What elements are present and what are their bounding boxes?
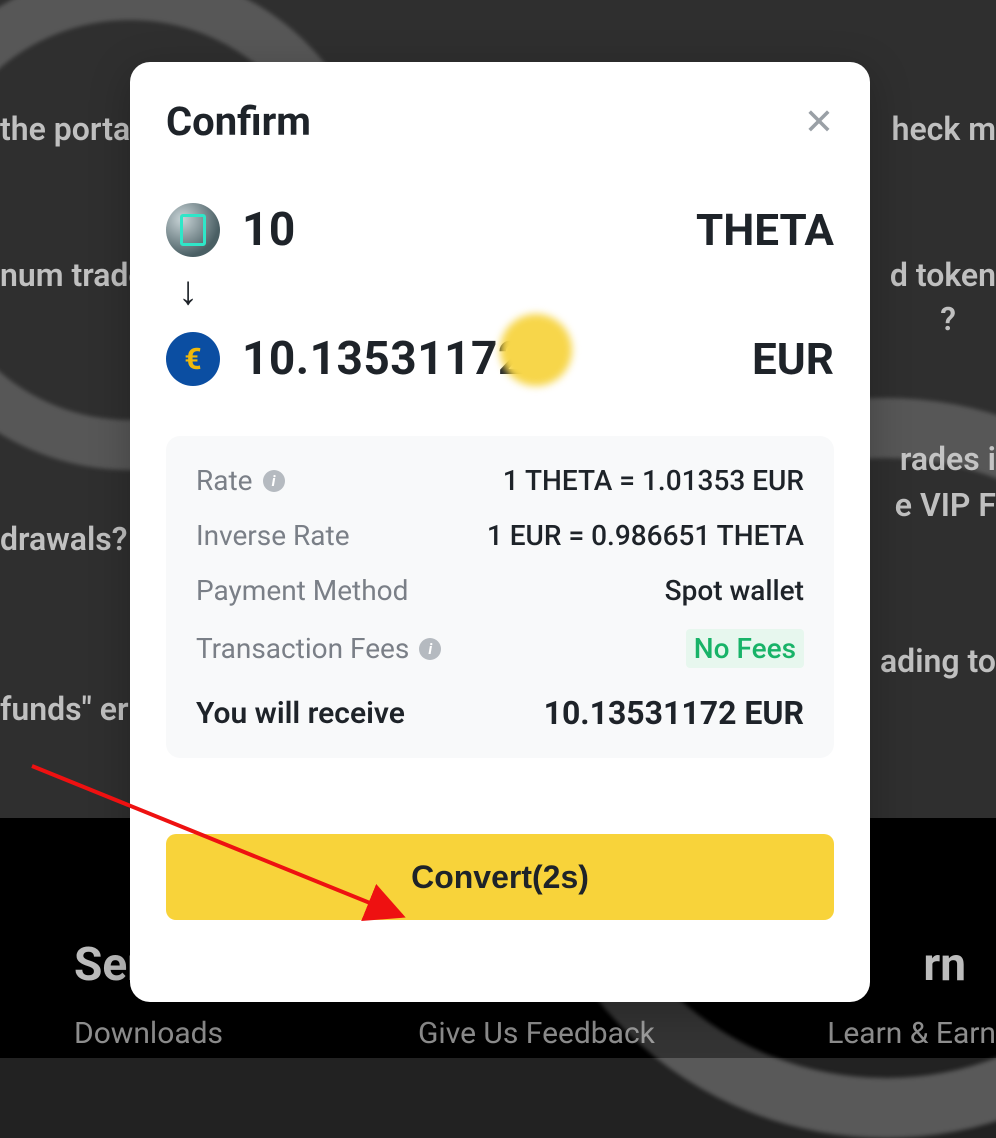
from-row: 10 THETA [166,203,834,257]
close-icon[interactable]: ✕ [804,104,834,140]
details-panel: Ratei 1 THETA = 1.01353 EUR Inverse Rate… [166,436,834,758]
from-amount: 10 [242,203,296,257]
eur-icon [166,332,220,386]
to-symbol: EUR [752,333,834,385]
payment-method-row: Payment Method Spot wallet [196,574,804,607]
inverse-rate-row: Inverse Rate 1 EUR = 0.986651 THETA [196,519,804,552]
inverse-rate-value: 1 EUR = 0.986651 THETA [487,519,804,552]
receive-label: You will receive [196,696,405,731]
conversion-pair: 10 THETA ↓ 10.13531172 EUR [166,203,834,386]
rate-row: Ratei 1 THETA = 1.01353 EUR [196,464,804,497]
to-amount: 10.13531172 [242,332,525,386]
theta-icon [166,203,220,257]
highlight-dot [500,314,572,386]
receive-row: You will receive 10.13531172 EUR [196,694,804,732]
from-symbol: THETA [696,204,834,256]
fees-row: Transaction Fees i No Fees [196,629,804,668]
rate-value: 1 THETA = 1.01353 EUR [503,464,804,497]
convert-button[interactable]: Convert(2s) [166,834,834,920]
to-row: 10.13531172 EUR [166,332,834,386]
payment-method-value: Spot wallet [665,574,804,607]
receive-value: 10.13531172 EUR [544,694,804,732]
fees-value: No Fees [686,629,804,668]
info-icon[interactable]: i [419,638,441,660]
fees-label: Transaction Fees [196,632,409,665]
rate-label: Rate [196,464,253,497]
confirm-modal: Confirm ✕ 10 THETA ↓ 10.13531172 EUR Rat… [130,62,870,1002]
info-icon[interactable]: i [263,470,285,492]
inverse-rate-label: Inverse Rate [196,519,350,552]
modal-title: Confirm [166,98,311,145]
arrow-down-icon: ↓ [178,267,834,314]
payment-method-label: Payment Method [196,574,408,607]
